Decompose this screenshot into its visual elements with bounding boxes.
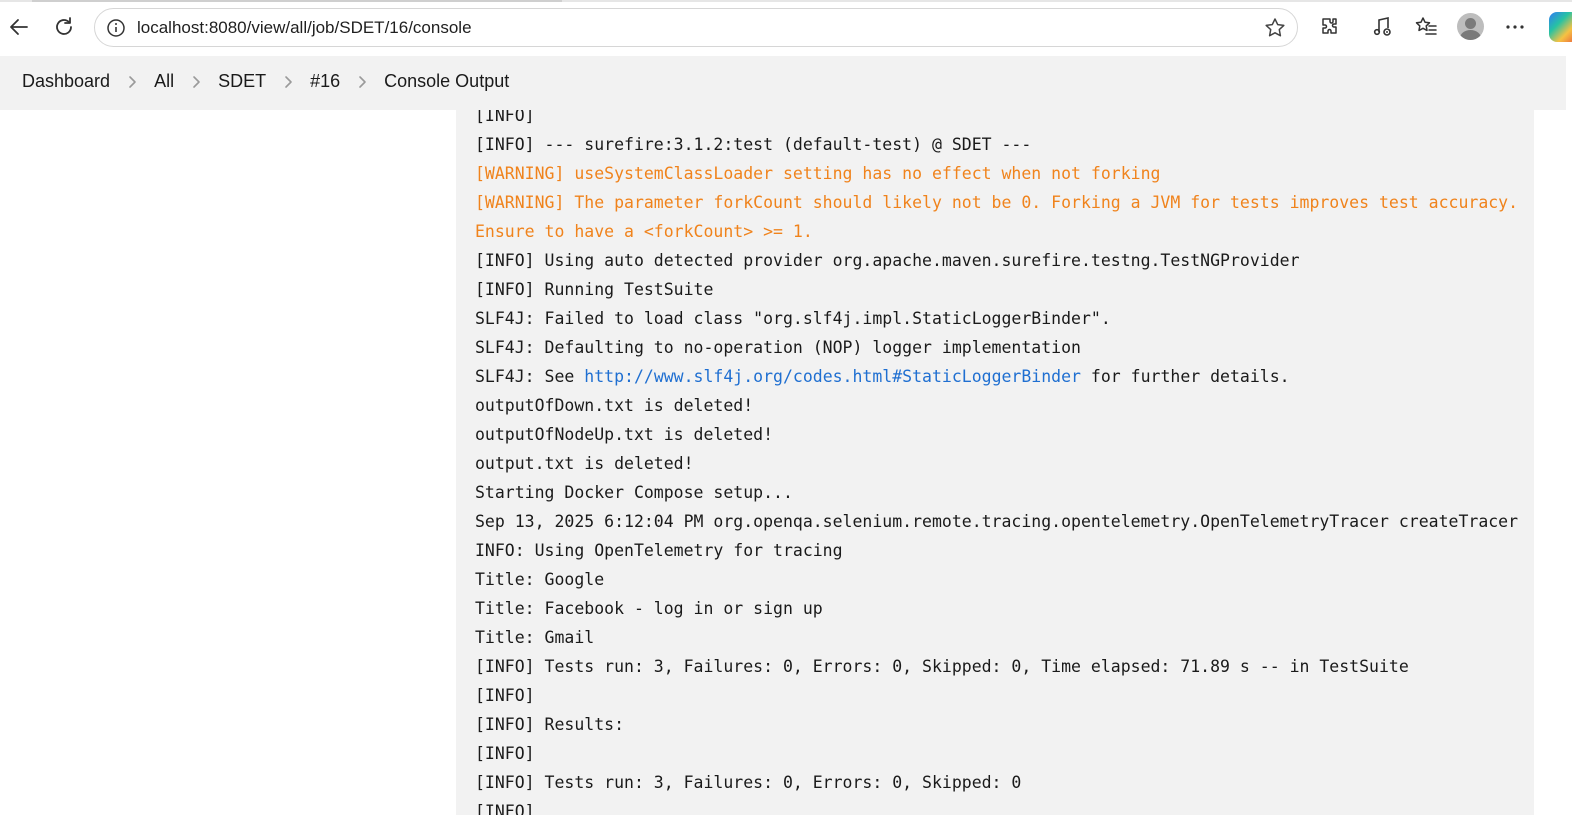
console-warning-line: [WARNING] useSystemClassLoader setting h… <box>475 164 1161 183</box>
music-note-icon <box>1373 17 1391 36</box>
console-line: Starting Docker Compose setup... <box>475 483 793 502</box>
site-info-icon[interactable] <box>105 17 127 39</box>
console-line: [INFO] Running TestSuite <box>475 280 714 299</box>
console-warning-line: Ensure to have a <forkCount> >= 1. <box>475 222 813 241</box>
address-bar[interactable]: localhost:8080/view/all/job/SDET/16/cons… <box>94 8 1298 47</box>
console-line: INFO: Using OpenTelemetry for tracing <box>475 541 843 560</box>
console-line: [INFO] Results: <box>475 715 625 734</box>
console-line: SLF4J: See http://www.slf4j.org/codes.ht… <box>475 362 1534 391</box>
console-line: Sep 13, 2025 6:12:04 PM org.openqa.selen… <box>475 512 1519 531</box>
breadcrumb-console-output: Console Output <box>384 71 510 91</box>
favorites-button[interactable] <box>1412 13 1440 41</box>
tab-strip-edge <box>0 0 1572 2</box>
breadcrumb: Dashboard All SDET #16 Console Output <box>22 71 509 92</box>
breadcrumb-build-16[interactable]: #16 <box>310 71 340 92</box>
console-text: for further details. <box>1080 367 1290 386</box>
chevron-right-icon <box>110 75 154 89</box>
console-line: [INFO] --- surefire:3.1.2:test (default-… <box>475 135 1032 154</box>
console-line: [INFO] Tests run: 3, Failures: 0, Errors… <box>475 773 1022 792</box>
chevron-right-icon <box>340 75 384 89</box>
console-line: SLF4J: Failed to load class "org.slf4j.i… <box>475 309 1111 328</box>
console-output[interactable]: [INFO] [INFO] --- surefire:3.1.2:test (d… <box>456 110 1534 815</box>
chevron-right-icon <box>266 75 310 89</box>
back-button[interactable] <box>4 12 34 42</box>
more-menu-button[interactable] <box>1501 13 1529 41</box>
breadcrumb-bar: Dashboard All SDET #16 Console Output <box>0 56 1566 110</box>
console-line: SLF4J: Defaulting to no-operation (NOP) … <box>475 338 1081 357</box>
puzzle-icon <box>1322 18 1337 34</box>
console-line: [INFO] <box>475 802 535 815</box>
favorites-list-icon <box>1415 17 1437 35</box>
console-line: [INFO] Tests run: 3, Failures: 0, Errors… <box>475 657 1409 676</box>
console-line: [INFO] <box>475 110 535 125</box>
profile-avatar[interactable] <box>1457 13 1484 40</box>
chevron-right-icon <box>174 75 218 89</box>
more-horizontal-icon <box>1506 25 1524 29</box>
slf4j-link[interactable]: http://www.slf4j.org/codes.html#StaticLo… <box>584 367 1081 386</box>
refresh-icon <box>56 17 72 35</box>
browser-toolbar: localhost:8080/view/all/job/SDET/16/cons… <box>0 0 1572 56</box>
console-line: outputOfDown.txt is deleted! <box>475 396 754 415</box>
console-line: Title: Gmail <box>475 628 595 647</box>
breadcrumb-all[interactable]: All <box>154 71 174 92</box>
console-line: outputOfNodeUp.txt is deleted! <box>475 425 774 444</box>
url-text[interactable]: localhost:8080/view/all/job/SDET/16/cons… <box>137 18 472 38</box>
arrow-left-icon <box>10 19 28 35</box>
media-control-button[interactable] <box>1368 13 1396 41</box>
console-warning-line: [WARNING] The parameter forkCount should… <box>475 193 1519 212</box>
favorite-star-icon[interactable] <box>1263 16 1287 40</box>
copilot-icon[interactable] <box>1549 12 1572 42</box>
console-line: Title: Facebook - log in or sign up <box>475 599 823 618</box>
reload-button[interactable] <box>49 12 79 42</box>
console-line: output.txt is deleted! <box>475 454 694 473</box>
console-line: [INFO] Using auto detected provider org.… <box>475 251 1300 270</box>
console-line: [INFO] <box>475 686 535 705</box>
console-text: SLF4J: See <box>475 367 585 386</box>
console-line: Title: Google <box>475 570 605 589</box>
breadcrumb-sdet[interactable]: SDET <box>218 71 266 92</box>
console-line: [INFO] <box>475 744 535 763</box>
breadcrumb-dashboard[interactable]: Dashboard <box>22 71 110 92</box>
extensions-button[interactable] <box>1316 13 1344 41</box>
console-lines: [INFO] [INFO] --- surefire:3.1.2:test (d… <box>475 110 1534 815</box>
